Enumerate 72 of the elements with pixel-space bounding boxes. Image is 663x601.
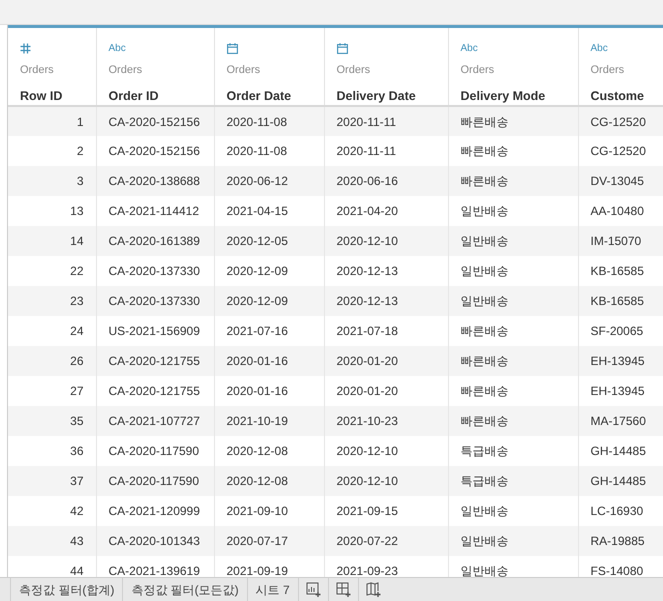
table-cell: 빠른배송 [448, 106, 578, 136]
table-cell: 2020-12-05 [214, 226, 324, 256]
table-cell: 23 [8, 286, 96, 316]
table-cell: 2020-01-20 [324, 346, 448, 376]
data-source-label: Orders [20, 63, 54, 78]
table-cell: CA-2020-101343 [96, 526, 214, 556]
column-header: Order ID [108, 88, 159, 104]
table-cell: IM-15070 [578, 226, 663, 256]
data-type-label: Abc [460, 43, 478, 54]
column-header: Row ID [20, 88, 62, 104]
table-cell: 2020-11-11 [324, 106, 448, 136]
table-cell: 빠른배송 [448, 166, 578, 196]
data-source-label: Orders [460, 63, 494, 78]
new-worksheet-icon[interactable] [306, 582, 321, 597]
table-cell: 2020-07-22 [324, 526, 448, 556]
table-cell: 26 [8, 346, 96, 376]
table-cell: EH-13945 [578, 346, 663, 376]
data-source-label: Orders [590, 63, 624, 78]
table-cell: 35 [8, 406, 96, 436]
table-cell: 빠른배송 [448, 346, 578, 376]
table-cell: 2021-10-19 [214, 406, 324, 436]
table-cell: CA-2020-152156 [96, 106, 214, 136]
table-cell: CA-2020-137330 [96, 286, 214, 316]
table-cell: 14 [8, 226, 96, 256]
table-cell: 일반배송 [448, 226, 578, 256]
sheet-tab[interactable]: 시트 7 [246, 578, 298, 601]
table-cell: 2020-12-09 [214, 286, 324, 316]
hash-icon [20, 42, 31, 54]
table-cell: MA-17560 [578, 406, 663, 436]
table-cell: 1 [8, 106, 96, 136]
table-cell: 2020-12-13 [324, 286, 448, 316]
column-header: Custome [590, 88, 644, 104]
table-cell: CA-2020-161389 [96, 226, 214, 256]
table-cell: DV-13045 [578, 166, 663, 196]
table-cell: CA-2020-117590 [96, 466, 214, 496]
column-header: Delivery Mode [460, 88, 546, 105]
table-cell: 2020-06-12 [214, 166, 324, 196]
table-cell: RA-19885 [578, 526, 663, 556]
table-cell: 3 [8, 166, 96, 196]
table-cell: CA-2020-138688 [96, 166, 214, 196]
column-header: Order Date [226, 88, 292, 104]
data-type-label: Abc [108, 43, 126, 54]
table-cell: CA-2021-107727 [96, 406, 214, 436]
table-cell: GH-14485 [578, 466, 663, 496]
table-cell: 2020-07-17 [214, 526, 324, 556]
data-source-label: Orders [226, 63, 260, 78]
calendar-icon [226, 42, 238, 54]
sheet-tab[interactable]: 측정값 필터(모든값) [122, 578, 247, 601]
table-cell: 43 [8, 526, 96, 556]
calendar-icon [336, 42, 348, 54]
table-cell: 2020-12-10 [324, 466, 448, 496]
data-source-label: Orders [108, 63, 142, 78]
table-cell: 2020-12-08 [214, 466, 324, 496]
table-cell: 2020-11-08 [214, 106, 324, 136]
table-cell: 일반배송 [448, 286, 578, 316]
new-story-icon[interactable] [366, 582, 381, 597]
table-cell: 2020-06-16 [324, 166, 448, 196]
table-cell: 특급배송 [448, 466, 578, 496]
table-cell: 37 [8, 466, 96, 496]
table-cell: CG-12520 [578, 106, 663, 136]
table-cell: CA-2020-121755 [96, 346, 214, 376]
table-cell: 2021-10-23 [324, 406, 448, 436]
data-source-label: Orders [336, 63, 370, 78]
data-type-label: Abc [590, 43, 608, 54]
new-dashboard-icon[interactable] [336, 582, 351, 597]
sheet-tab[interactable]: 측정값 필터(합계) [10, 578, 122, 601]
table-cell: 2020-01-16 [214, 346, 324, 376]
table-cell: KB-16585 [578, 286, 663, 316]
table-cell: 2020-12-10 [324, 226, 448, 256]
table-cell: 빠른배송 [448, 406, 578, 436]
column-header: Delivery Date [336, 88, 416, 105]
table-cell: 일반배송 [448, 526, 578, 556]
